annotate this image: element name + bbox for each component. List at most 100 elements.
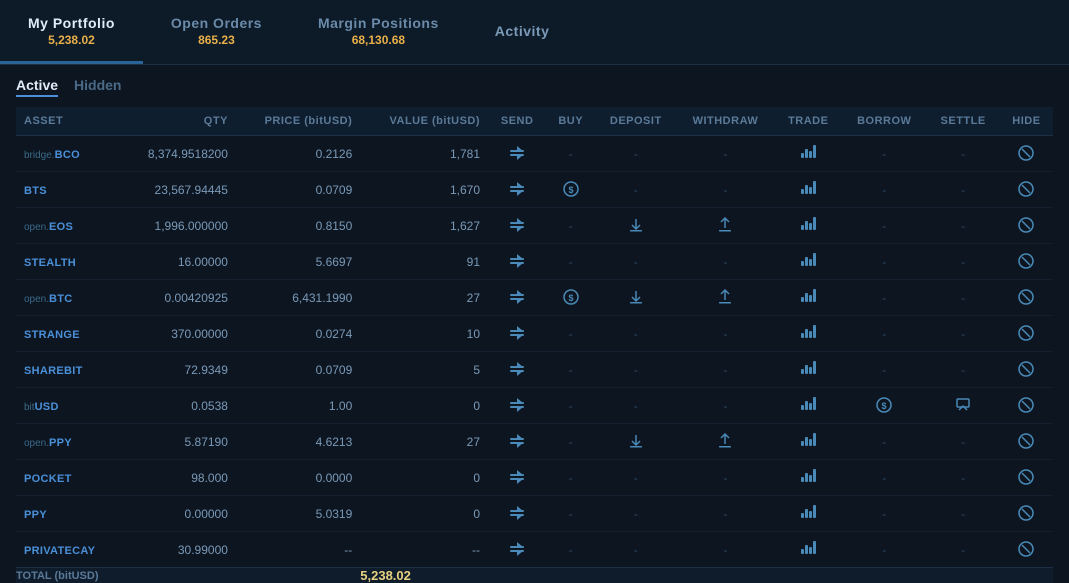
hide-icon[interactable] xyxy=(1016,143,1036,163)
dash-indicator: - xyxy=(569,399,573,413)
dash-indicator: - xyxy=(961,507,965,521)
nav-open-orders[interactable]: Open Orders 865.23 xyxy=(143,0,290,64)
hide-icon[interactable] xyxy=(1016,503,1036,523)
asset-name[interactable]: PPY xyxy=(24,509,47,521)
tab-active[interactable]: Active xyxy=(16,77,58,97)
buy-cell: - xyxy=(546,388,595,424)
send-icon[interactable] xyxy=(507,359,527,379)
hide-icon[interactable] xyxy=(1016,323,1036,343)
deposit-cell: - xyxy=(595,352,676,388)
dash-indicator: - xyxy=(723,327,727,341)
nav-margin-positions-value: 68,130.68 xyxy=(352,33,405,47)
buy-icon[interactable]: $ xyxy=(561,179,581,199)
deposit-cell: - xyxy=(595,172,676,208)
asset-name[interactable]: BTS xyxy=(24,185,47,197)
asset-prefix: open. xyxy=(24,438,49,449)
deposit-icon[interactable] xyxy=(626,215,646,235)
settle-icon[interactable] xyxy=(953,395,973,415)
trade-icon[interactable] xyxy=(799,470,818,484)
asset-name[interactable]: BCO xyxy=(55,149,80,161)
buy-cell: - xyxy=(546,316,595,352)
trade-cell xyxy=(774,280,842,316)
asset-name[interactable]: EOS xyxy=(49,221,73,233)
dash-indicator: - xyxy=(882,219,886,233)
nav-margin-positions[interactable]: Margin Positions 68,130.68 xyxy=(290,0,467,64)
buy-icon[interactable]: $ xyxy=(561,287,581,307)
dash-indicator: - xyxy=(882,471,886,485)
borrow-icon[interactable]: $ xyxy=(874,395,894,415)
hide-icon[interactable] xyxy=(1016,467,1036,487)
trade-icon[interactable] xyxy=(799,146,818,160)
send-icon[interactable] xyxy=(507,503,527,523)
settle-cell: - xyxy=(926,172,999,208)
withdraw-cell: - xyxy=(676,460,774,496)
trade-icon[interactable] xyxy=(799,362,818,376)
col-asset: ASSET xyxy=(16,107,121,136)
asset-name[interactable]: PRIVATECAY xyxy=(24,545,95,557)
portfolio-table: ASSET QTY PRICE (bitUSD) VALUE (bitUSD) … xyxy=(16,107,1053,583)
send-icon[interactable] xyxy=(507,467,527,487)
hide-icon[interactable] xyxy=(1016,179,1036,199)
send-icon[interactable] xyxy=(507,539,527,559)
send-icon[interactable] xyxy=(507,431,527,451)
hide-cell xyxy=(1000,316,1053,352)
hide-icon[interactable] xyxy=(1016,431,1036,451)
send-icon[interactable] xyxy=(507,143,527,163)
trade-icon[interactable] xyxy=(799,542,818,556)
borrow-cell: - xyxy=(842,136,926,172)
hide-icon[interactable] xyxy=(1016,251,1036,271)
trade-icon[interactable] xyxy=(799,182,818,196)
dash-indicator: - xyxy=(723,183,727,197)
send-icon[interactable] xyxy=(507,179,527,199)
send-icon[interactable] xyxy=(507,287,527,307)
asset-name[interactable]: STEALTH xyxy=(24,257,76,269)
table-header-row: ASSET QTY PRICE (bitUSD) VALUE (bitUSD) … xyxy=(16,107,1053,136)
send-icon[interactable] xyxy=(507,395,527,415)
withdraw-icon[interactable] xyxy=(715,431,735,451)
deposit-icon[interactable] xyxy=(626,287,646,307)
send-icon[interactable] xyxy=(507,251,527,271)
nav-margin-positions-label: Margin Positions xyxy=(318,15,439,31)
trade-icon[interactable] xyxy=(799,506,818,520)
hide-icon[interactable] xyxy=(1016,215,1036,235)
price-cell: 0.8150 xyxy=(236,208,360,244)
nav-open-orders-label: Open Orders xyxy=(171,15,262,31)
trade-icon[interactable] xyxy=(799,218,818,232)
table-row: BTS 23,567.94445 0.0709 1,670 $ - - - - xyxy=(16,172,1053,208)
qty-cell: 72.9349 xyxy=(121,352,236,388)
withdraw-icon[interactable] xyxy=(715,215,735,235)
asset-name[interactable]: STRANGE xyxy=(24,329,80,341)
asset-name[interactable]: SHAREBIT xyxy=(24,365,83,377)
deposit-cell: - xyxy=(595,460,676,496)
asset-prefix: open. xyxy=(24,222,49,233)
trade-icon[interactable] xyxy=(799,290,818,304)
dash-indicator: - xyxy=(634,255,638,269)
hide-icon[interactable] xyxy=(1016,287,1036,307)
trade-icon[interactable] xyxy=(799,434,818,448)
withdraw-icon[interactable] xyxy=(715,287,735,307)
nav-activity[interactable]: Activity xyxy=(467,0,578,64)
nav-my-portfolio[interactable]: My Portfolio 5,238.02 xyxy=(0,0,143,64)
send-cell xyxy=(488,172,546,208)
dash-indicator: - xyxy=(569,255,573,269)
asset-name[interactable]: POCKET xyxy=(24,473,72,485)
trade-icon[interactable] xyxy=(799,398,818,412)
send-icon[interactable] xyxy=(507,215,527,235)
asset-name[interactable]: USD xyxy=(35,401,59,413)
trade-icon[interactable] xyxy=(799,326,818,340)
asset-name[interactable]: PPY xyxy=(49,437,72,449)
deposit-icon[interactable] xyxy=(626,431,646,451)
hide-icon[interactable] xyxy=(1016,359,1036,379)
asset-cell: open.PPY xyxy=(16,424,121,460)
hide-icon[interactable] xyxy=(1016,395,1036,415)
sub-tabs: Active Hidden xyxy=(16,77,1053,97)
hide-icon[interactable] xyxy=(1016,539,1036,559)
trade-cell xyxy=(774,352,842,388)
send-cell xyxy=(488,424,546,460)
asset-name[interactable]: BTC xyxy=(49,293,73,305)
qty-cell: 23,567.94445 xyxy=(121,172,236,208)
tab-hidden[interactable]: Hidden xyxy=(74,77,121,97)
value-cell: 1,781 xyxy=(360,136,488,172)
trade-icon[interactable] xyxy=(799,254,818,268)
send-icon[interactable] xyxy=(507,323,527,343)
